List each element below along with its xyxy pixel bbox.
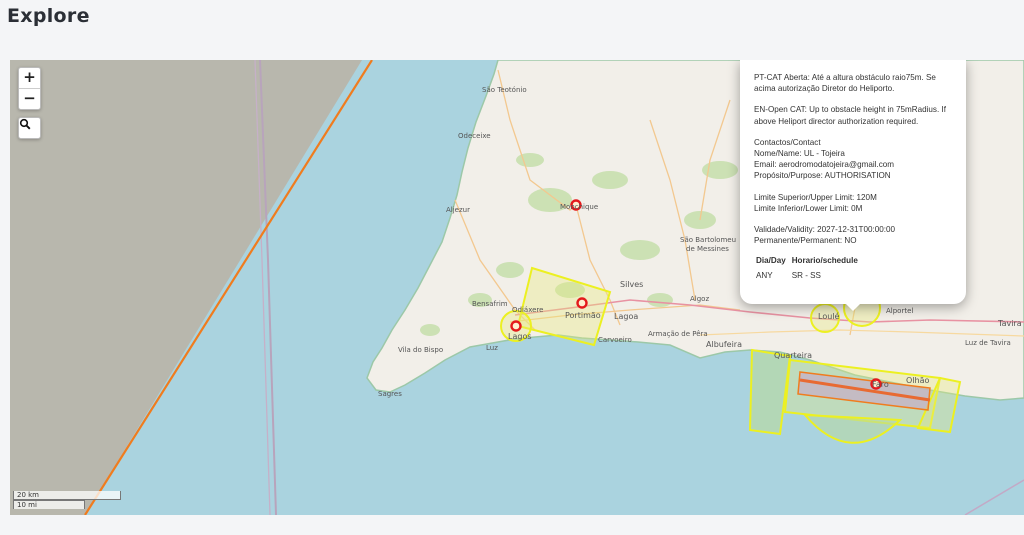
- popup-tail: [846, 304, 860, 311]
- place-faro: Faro: [872, 380, 889, 389]
- schedule-cell-schedule: SR - SS: [791, 271, 821, 281]
- table-row: ANY SR - SS: [754, 269, 862, 280]
- place-luz-de-tavira: Luz de Tavira: [965, 339, 1011, 347]
- place-carvoeiro: Carvoeiro: [598, 336, 632, 344]
- marker-lagos: [510, 320, 522, 332]
- place-alportel: Alportel: [886, 307, 914, 315]
- place-loule: Loulé: [818, 312, 840, 321]
- footer-strip: [0, 515, 1024, 535]
- airway-line: [964, 479, 1024, 515]
- schedule-header-schedule: Horario/schedule: [791, 256, 858, 266]
- schedule-header-day: Dia/Day: [756, 256, 786, 266]
- popup-validity: Validade/Validity: 2027-12-31T00:00:00: [754, 225, 895, 235]
- place-silves: Silves: [620, 280, 644, 289]
- place-olhao: Olhão: [906, 376, 930, 385]
- search-icon: [19, 118, 31, 130]
- marker-portimao: [576, 297, 588, 309]
- place-bensafrim: Bensafrim: [472, 300, 508, 308]
- zoom-out-button[interactable]: −: [19, 89, 40, 109]
- place-vila-do-bispo: Vila do Bispo: [398, 346, 444, 354]
- place-tavira: Tavira: [998, 319, 1022, 328]
- map-view[interactable]: São Teotónio Odeceixe Aljezur Monchique …: [10, 60, 1024, 515]
- restricted-area: [10, 60, 362, 515]
- zone-faro-semicircle: [802, 413, 903, 444]
- scale-bar-km: 20 km: [13, 491, 121, 500]
- zoom-in-button[interactable]: +: [19, 68, 40, 89]
- place-quarteira: Quarteira: [774, 351, 813, 360]
- zone-info-popup: PT-CAT Aberta: Até a altura obstáculo ra…: [740, 60, 966, 311]
- popup-permanent: Permanente/Permanent: NO: [754, 236, 857, 246]
- popup-email[interactable]: Email: aerodromodatojeira@gmail.com: [754, 159, 952, 170]
- schedule-cell-day: ANY: [756, 271, 773, 281]
- place-luz: Luz: [486, 344, 498, 352]
- place-armacao-de-pera: Armação de Pêra: [648, 330, 708, 338]
- popup-purpose: Propósito/Purpose: AUTHORISATION: [754, 171, 891, 181]
- place-monchique: Monchique: [560, 203, 599, 211]
- place-sao-teotonio: São Teotónio: [482, 86, 527, 94]
- place-de-messines: de Messines: [686, 245, 729, 253]
- place-portimao: Portimão: [565, 311, 601, 320]
- scale-bar-mi: 10 mi: [13, 500, 85, 509]
- place-odiaxere: Odiáxere: [512, 306, 544, 314]
- zoom-control: + −: [18, 67, 41, 110]
- place-sao-bartolomeu: São Bartolomeu: [680, 236, 737, 244]
- place-lagoa: Lagoa: [614, 312, 639, 321]
- zone-loule-a: [748, 348, 792, 436]
- page-title: Explore: [7, 5, 90, 27]
- place-sagres: Sagres: [378, 390, 402, 398]
- popup-pt-cat: PT-CAT Aberta: Até a altura obstáculo ra…: [754, 73, 936, 94]
- place-algoz: Algoz: [690, 295, 710, 303]
- popup-contacts-heading: Contactos/Contact: [754, 137, 821, 147]
- place-aljezur: Aljezur: [446, 206, 470, 214]
- popup-upper-limit: Limite Superior/Upper Limit: 120M: [754, 192, 877, 202]
- popup-en-cat: EN-Open CAT: Up to obstacle height in 75…: [754, 105, 946, 126]
- map-search-button[interactable]: [18, 117, 41, 139]
- popup-lower-limit: Limite Inferior/Lower Limit: 0M: [754, 203, 863, 213]
- place-lagos: Lagos: [508, 332, 532, 341]
- popup-name: Nome/Name: UL - Tojeira: [754, 149, 845, 159]
- schedule-table: Dia/Day Horario/schedule ANY SR - SS: [754, 256, 862, 280]
- place-odeceixe: Odeceixe: [458, 132, 491, 140]
- place-albufeira: Albufeira: [706, 340, 742, 349]
